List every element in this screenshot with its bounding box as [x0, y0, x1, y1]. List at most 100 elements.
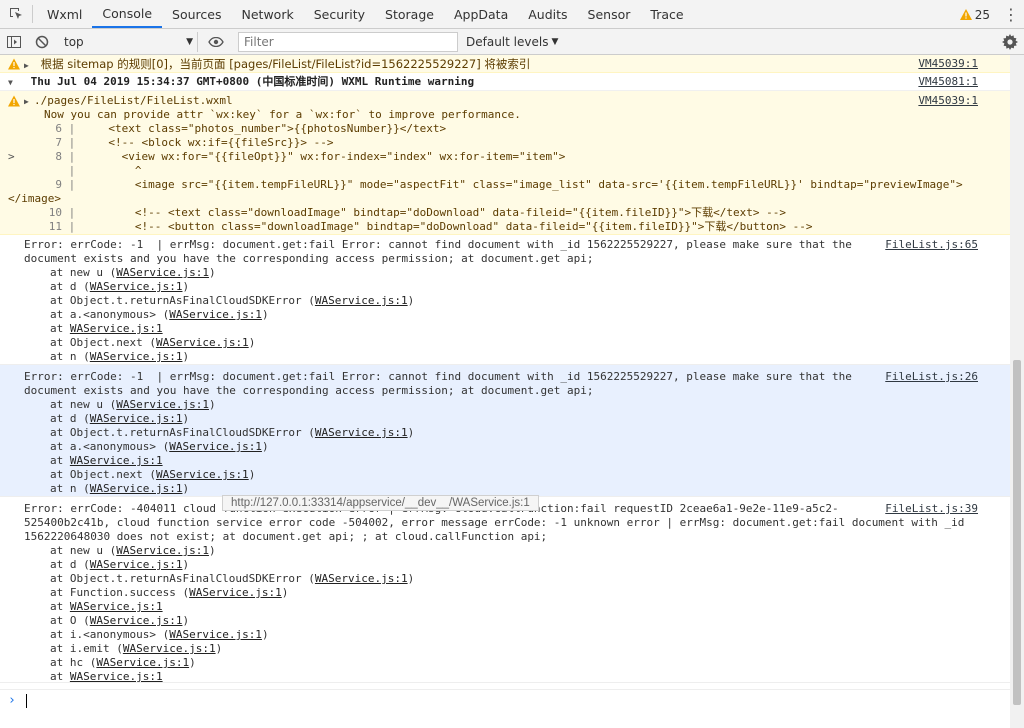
inspect-element-icon[interactable]: [0, 0, 32, 28]
stack-frame-text: at new u (: [50, 266, 117, 279]
tab-sensor[interactable]: Sensor: [578, 0, 641, 28]
error-text-line: document exists and you have the corresp…: [24, 252, 594, 265]
stack-frame-link[interactable]: WAService.js:1: [123, 642, 216, 655]
stack-frame: at a.<anonymous> (WAService.js:1): [24, 440, 1010, 454]
stack-frame-link[interactable]: WAService.js:1: [90, 482, 183, 495]
stack-frame: at n (WAService.js:1): [24, 350, 1010, 364]
code-line-number: 9: [55, 178, 62, 191]
stack-frame-text: ): [208, 266, 216, 279]
filter-input[interactable]: [238, 31, 458, 52]
message-source-link[interactable]: VM45081:1: [918, 75, 978, 89]
code-line: 9 | <image src="{{item.tempFileURL}}" mo…: [8, 178, 1010, 192]
stack-frame-link[interactable]: WAService.js:1: [96, 656, 189, 669]
stack-frame-link[interactable]: WAService.js:1: [116, 544, 209, 557]
code-line-number: 7: [55, 136, 62, 149]
tab-security[interactable]: Security: [304, 0, 375, 28]
expand-caret-icon[interactable]: ▶: [24, 59, 34, 73]
stack-frame-text: at n (: [50, 482, 90, 495]
warning-counter[interactable]: 25: [952, 8, 998, 22]
code-separator: |: [62, 220, 76, 233]
tab-wxml[interactable]: Wxml: [37, 0, 92, 28]
stack-trace: at new u (WAService.js:1) at d (WAService…: [24, 544, 1010, 684]
stack-frame-link[interactable]: WAService.js:1: [315, 572, 408, 585]
stack-frame-link[interactable]: WAService.js:1: [156, 468, 249, 481]
message-source-link[interactable]: VM45039:1: [918, 57, 978, 71]
live-expression-eye-icon[interactable]: [202, 29, 230, 55]
stack-frame-link[interactable]: WAService.js:1: [90, 614, 183, 627]
stack-frame-text: ): [208, 544, 216, 557]
console-warning-message[interactable]: ▶ ./pages/FileList/FileList.wxml VM45039:…: [0, 91, 1010, 235]
stack-frame-text: at Object.next (: [50, 336, 156, 349]
stack-frame-text: at Object.t.returnAsFinalCloudSDKError (: [50, 426, 315, 439]
collapse-caret-icon[interactable]: ▼: [8, 76, 18, 90]
error-text-line: 1562220648030 does not exist; at documen…: [24, 530, 548, 543]
stack-frame-link[interactable]: WAService.js:1: [70, 322, 163, 335]
code-text: <!-- <block wx:if={{fileSrc}}> -->: [75, 136, 334, 149]
clear-console-icon[interactable]: [28, 29, 56, 55]
stack-frame-link[interactable]: WAService.js:1: [169, 440, 262, 453]
tab-network[interactable]: Network: [232, 0, 304, 28]
toggle-sidebar-icon[interactable]: [0, 29, 28, 55]
stack-frame-link[interactable]: WAService.js:1: [189, 586, 282, 599]
stack-frame-link[interactable]: WAService.js:1: [315, 294, 408, 307]
stack-frame-link[interactable]: WAService.js:1: [70, 454, 163, 467]
console-group-header[interactable]: ▼ Thu Jul 04 2019 15:34:37 GMT+0800 (中国标…: [0, 73, 1010, 91]
stack-frame-text: at new u (: [50, 398, 117, 411]
stack-trace: at new u (WAService.js:1) at d (WAService…: [24, 266, 1010, 364]
stack-frame-link[interactable]: WAService.js:1: [169, 628, 262, 641]
message-source-link[interactable]: FileList.js:26: [885, 370, 978, 384]
stack-frame-link[interactable]: WAService.js:1: [116, 266, 209, 279]
stack-frame-text: at: [50, 322, 70, 335]
message-source-link[interactable]: FileList.js:65: [885, 238, 978, 252]
tab-trace[interactable]: Trace: [640, 0, 693, 28]
code-text: ^: [75, 164, 142, 177]
stack-frame: at d (WAService.js:1): [24, 412, 1010, 426]
tab-audits[interactable]: Audits: [518, 0, 577, 28]
console-prompt[interactable]: ›: [0, 689, 1010, 711]
expand-caret-icon[interactable]: ▶: [24, 95, 34, 109]
message-source-link[interactable]: VM45039:1: [918, 94, 978, 108]
stack-frame-text: at a.<anonymous> (: [50, 440, 170, 453]
error-text-line: 525400b2c41b, cloud function service err…: [24, 516, 965, 529]
stack-frame-link[interactable]: WAService.js:1: [156, 336, 249, 349]
stack-frame-text: ): [182, 558, 190, 571]
stack-frame: at Object.next (WAService.js:1): [24, 468, 1010, 482]
stack-frame-link[interactable]: WAService.js:1: [90, 350, 183, 363]
tab-storage[interactable]: Storage: [375, 0, 444, 28]
stack-frame: at new u (WAService.js:1): [24, 266, 1010, 280]
context-selector[interactable]: top ▼: [60, 31, 198, 52]
console-warning-message[interactable]: ▶ 根据 sitemap 的规则[0]，当前页面 [pages/FileList…: [0, 55, 1010, 73]
stack-frame: at O (WAService.js:1): [24, 614, 1010, 628]
stack-frame-link[interactable]: WAService.js:1: [116, 398, 209, 411]
warning-icon: [959, 9, 972, 20]
stack-frame-link[interactable]: WAService.js:1: [90, 280, 183, 293]
warning-hint: Now you can provide attr `wx:key` for a …: [44, 108, 521, 121]
stack-frame: at new u (WAService.js:1): [24, 398, 1010, 412]
stack-frame-link[interactable]: WAService.js:1: [90, 558, 183, 571]
settings-gear-icon[interactable]: [1000, 32, 1020, 52]
console-error-message[interactable]: Error: errCode: -1 | errMsg: document.ge…: [0, 365, 1010, 497]
stack-frame: at WAService.js:1: [24, 454, 1010, 468]
log-levels-label: Default levels: [466, 34, 549, 49]
stack-frame-link[interactable]: WAService.js:1: [169, 308, 262, 321]
stack-frame-link[interactable]: WAService.js:1: [70, 670, 163, 683]
more-options-icon[interactable]: ⋮: [998, 0, 1024, 29]
stack-frame-text: at: [50, 454, 70, 467]
console-error-message[interactable]: Error: errCode: -1 | errMsg: document.ge…: [0, 235, 1010, 365]
tab-sources[interactable]: Sources: [162, 0, 231, 28]
message-source-link[interactable]: FileList.js:39: [885, 502, 978, 516]
stack-frame: at Object.t.returnAsFinalCloudSDKError (…: [24, 294, 1010, 308]
stack-frame: at i.<anonymous> (WAService.js:1): [24, 628, 1010, 642]
warning-icon: [8, 58, 20, 70]
scrollbar-thumb[interactable]: [1013, 360, 1021, 705]
stack-frame-link[interactable]: WAService.js:1: [315, 426, 408, 439]
stack-frame-link[interactable]: WAService.js:1: [70, 600, 163, 613]
stack-frame: at i.emit (WAService.js:1): [24, 642, 1010, 656]
stack-frame-text: at d (: [50, 558, 90, 571]
vertical-scrollbar[interactable]: [1010, 55, 1024, 728]
console-error-message[interactable]: Error: errCode: -404011 cloud function e…: [0, 497, 1010, 683]
tab-appdata[interactable]: AppData: [444, 0, 518, 28]
tab-console[interactable]: Console: [92, 0, 163, 28]
stack-frame-link[interactable]: WAService.js:1: [90, 412, 183, 425]
log-levels-dropdown[interactable]: Default levels ▼: [466, 35, 558, 49]
